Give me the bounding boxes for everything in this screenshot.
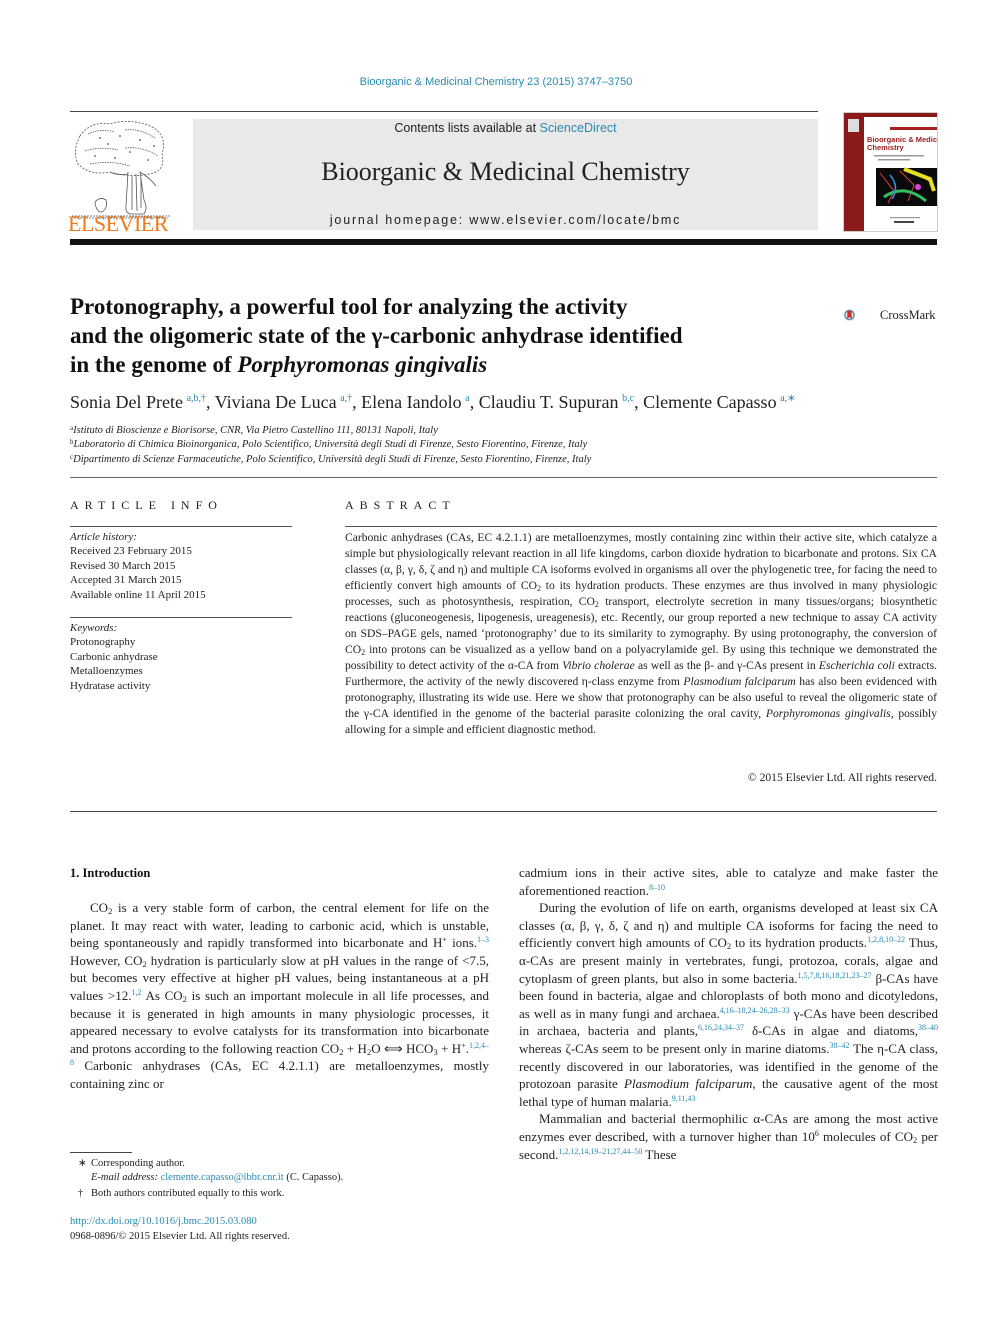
affiliation: cDipartimento di Scienze Farmaceutiche, …: [70, 453, 591, 465]
email-link[interactable]: clemente.capasso@ibbr.cnr.it: [161, 1172, 284, 1183]
keyword: Carbonic anhydrase: [70, 650, 158, 663]
paragraph: Mammalian and bacterial thermophilic α-C…: [519, 1111, 938, 1162]
citation-ref[interactable]: 1,2,12,14,19–21,27,44–50: [558, 1147, 642, 1156]
keywords: Keywords: Protonography Carbonic anhydra…: [70, 621, 158, 693]
doi-link[interactable]: http://dx.doi.org/10.1016/j.bmc.2015.03.…: [70, 1216, 257, 1227]
journal-citation[interactable]: Bioorganic & Medicinal Chemistry 23 (201…: [0, 76, 992, 88]
article-title: Protonography, a powerful tool for analy…: [70, 292, 810, 379]
homepage-prefix: journal homepage:: [329, 213, 470, 227]
abstract-text: Carbonic anhydrases (CAs, EC 4.2.1.1) ar…: [345, 531, 937, 736]
keyword: Metalloenzymes: [70, 665, 143, 678]
citation-ref[interactable]: 38–40: [918, 1023, 938, 1032]
masthead-divider: [70, 239, 937, 245]
elsevier-wordmark[interactable]: ELSEVIER: [68, 211, 174, 237]
abstract-copyright: © 2015 Elsevier Ltd. All rights reserved…: [747, 771, 937, 784]
title-text: in the genome of: [70, 352, 238, 377]
history-label: Article history:: [70, 531, 137, 543]
footnote-divider: [70, 1152, 132, 1153]
abstract-heading: ABSTRACT: [345, 498, 456, 512]
keyword: Protonography: [70, 636, 136, 649]
paragraph: During the evolution of life on earth, o…: [519, 900, 939, 1109]
body-divider: [70, 811, 937, 812]
author[interactable]: Elena Iandolo a: [361, 392, 470, 412]
journal-cover-thumbnail[interactable]: Bioorganic & Medicinal Chemistry: [843, 112, 938, 232]
affiliation-text: Dipartimento di Scienze Farmaceutiche, P…: [73, 454, 592, 465]
author-affiliation-marks[interactable]: a,†: [340, 393, 352, 404]
author[interactable]: Clemente Capasso a,∗: [643, 392, 795, 412]
author[interactable]: Sonia Del Prete a,b,†: [70, 392, 206, 412]
svg-text:Chemistry: Chemistry: [867, 143, 905, 152]
journal-cover-icon: Bioorganic & Medicinal Chemistry: [844, 113, 937, 231]
author-affiliation-marks[interactable]: a,∗: [780, 393, 795, 404]
citation-ref[interactable]: 6,16,24,34–37: [698, 1023, 744, 1032]
history-accepted: Accepted 31 March 2015: [70, 574, 182, 587]
issn-copyright: 0968-0896/© 2015 Elsevier Ltd. All right…: [70, 1231, 290, 1242]
affiliation: bLaboratorio di Chimica Bioinorganica, P…: [70, 438, 587, 450]
sciencedirect-link[interactable]: ScienceDirect: [540, 121, 617, 135]
author-affiliation-marks[interactable]: b,c: [622, 393, 634, 404]
citation-ref[interactable]: 1,5,7,8,16,18,21,23–27: [798, 971, 872, 980]
keywords-label: Keywords:: [70, 622, 118, 634]
author-affiliation-marks[interactable]: a,b,†: [187, 393, 206, 404]
contents-line: Contents lists available at ScienceDirec…: [193, 121, 818, 135]
body-column-right: cadmium ions in their active sites, able…: [519, 864, 938, 1163]
title-line: in the genome of Porphyromonas gingivali…: [70, 350, 810, 379]
abstract-divider: [345, 526, 937, 527]
contents-prefix: Contents lists available at: [394, 121, 540, 135]
title-line: and the oligomeric state of the γ-carbon…: [70, 323, 683, 348]
keyword: Hydratase activity: [70, 679, 151, 692]
citation-ref[interactable]: 8–10: [649, 883, 665, 892]
paragraph: CO2 is a very stable form of carbon, the…: [70, 900, 490, 1091]
top-divider: [70, 111, 818, 112]
dagger-mark: †: [78, 1188, 84, 1199]
affiliation-text: Istituto di Bioscienze e Biorisorse, CNR…: [73, 425, 438, 436]
author-list: Sonia Del Prete a,b,†, Viviana De Luca a…: [70, 392, 796, 412]
header-divider: [70, 477, 937, 478]
citation-ref[interactable]: 1–3: [477, 935, 489, 944]
article-history: Article history: Received 23 February 20…: [70, 530, 206, 602]
author[interactable]: Claudiu T. Supuran b,c: [479, 392, 634, 412]
section-heading-introduction: 1. Introduction: [70, 866, 151, 880]
homepage-link[interactable]: www.elsevier.com/locate/bmc: [469, 213, 681, 227]
history-revised: Revised 30 March 2015: [70, 559, 176, 572]
paragraph: cadmium ions in their active sites, able…: [519, 865, 938, 898]
affiliation-text: Laboratorio di Chimica Bioinorganica, Po…: [73, 439, 588, 450]
article-info-heading: ARTICLE INFO: [70, 498, 223, 512]
author-affiliation-marks[interactable]: a: [465, 393, 469, 404]
keywords-divider: [70, 617, 292, 618]
body-column-left: CO2 is a very stable form of carbon, the…: [70, 899, 489, 1093]
history-received: Received 23 February 2015: [70, 545, 192, 558]
journal-homepage: journal homepage: www.elsevier.com/locat…: [193, 213, 818, 227]
crossmark-label[interactable]: CrossMark: [880, 308, 936, 323]
author[interactable]: Viviana De Luca a,†: [215, 392, 352, 412]
affiliation: aIstituto di Bioscienze e Biorisorse, CN…: [70, 424, 438, 436]
citation-ref[interactable]: 4,16–18,24–26,28–33: [720, 1006, 790, 1015]
citation-ref[interactable]: 1,2: [131, 988, 141, 997]
crossmark-icon[interactable]: [843, 297, 879, 333]
article-info-divider: [70, 526, 292, 527]
title-line: Protonography, a powerful tool for analy…: [70, 294, 628, 319]
citation-ref[interactable]: 38–42: [829, 1041, 849, 1050]
footnote-corresponding: ∗ Corresponding author.: [78, 1158, 185, 1169]
footnote-equal-contribution: † Both authors contributed equally to thi…: [78, 1188, 285, 1199]
journal-title: Bioorganic & Medicinal Chemistry: [321, 157, 690, 186]
species-name: Porphyromonas gingivalis: [237, 352, 488, 377]
citation-ref[interactable]: 9,11,43: [672, 1094, 696, 1103]
footnote-email: E-mail address: clemente.capasso@ibbr.cn…: [91, 1172, 344, 1183]
history-online: Available online 11 April 2015: [70, 588, 206, 601]
citation-ref[interactable]: 1,2,8,10–22: [867, 935, 905, 944]
asterisk-mark: ∗: [78, 1158, 87, 1169]
